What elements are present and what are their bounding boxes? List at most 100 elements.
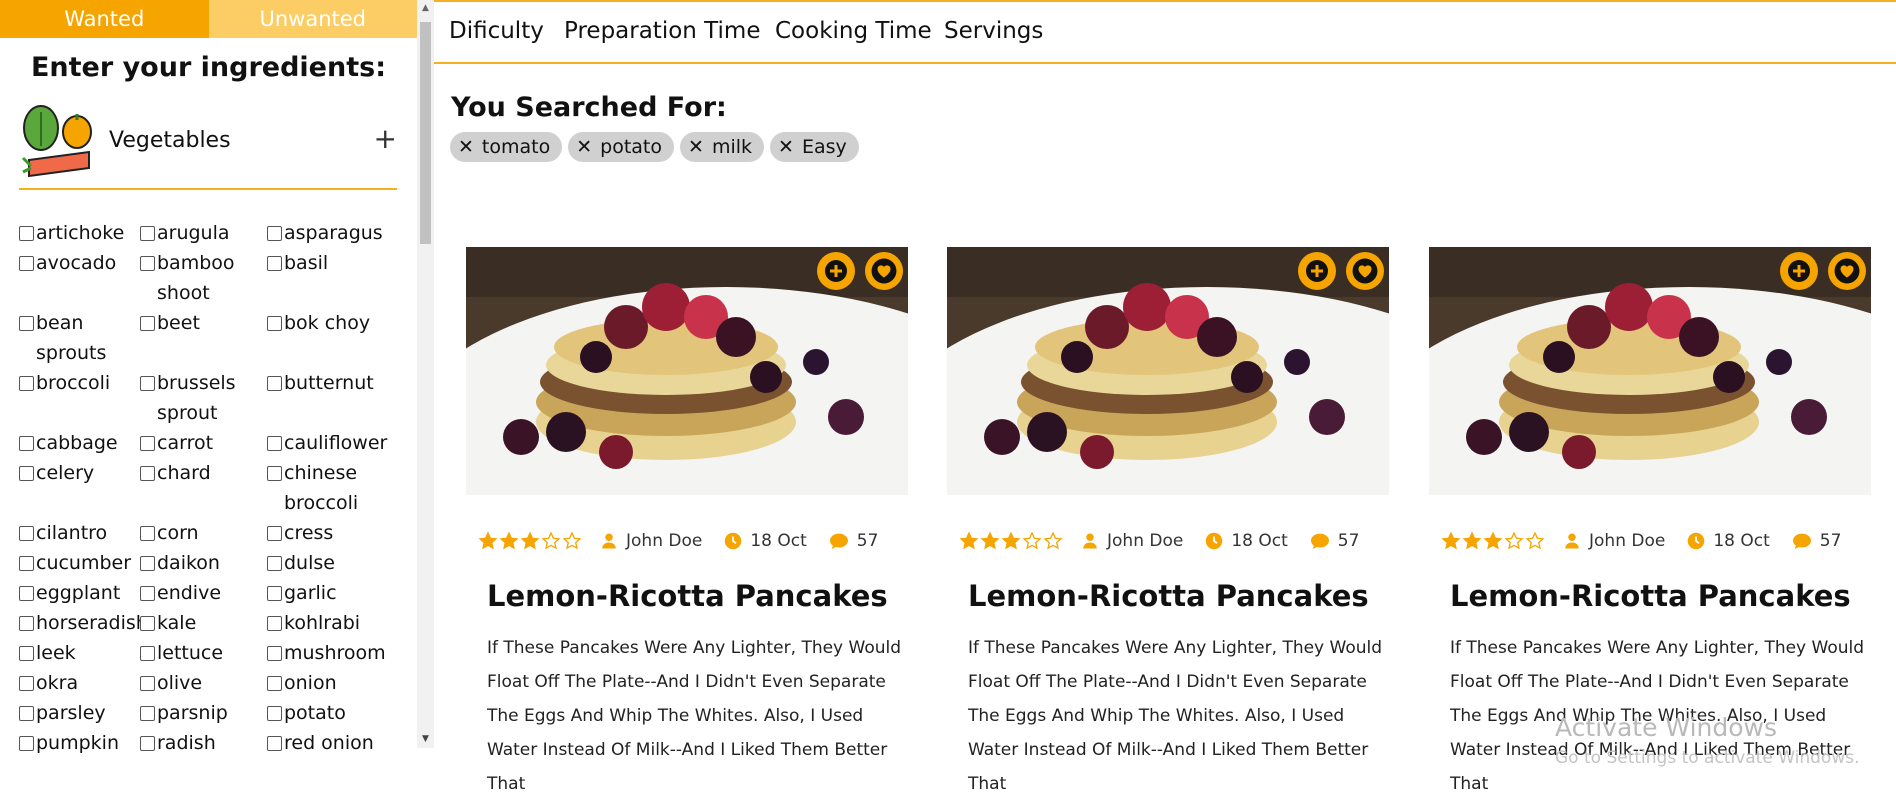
star-rating[interactable] xyxy=(1441,531,1545,551)
tab-unwanted[interactable]: Unwanted xyxy=(208,0,417,38)
scroll-thumb[interactable] xyxy=(420,22,431,244)
search-chip[interactable]: ✕ tomato xyxy=(450,132,563,162)
ingredient-checkbox[interactable] xyxy=(19,526,34,541)
ingredient-checkbox[interactable] xyxy=(267,736,282,751)
ingredient-item[interactable]: parsley xyxy=(19,698,140,728)
ingredient-checkbox[interactable] xyxy=(19,646,34,661)
ingredient-item[interactable]: endive xyxy=(140,578,267,608)
favorite-button[interactable] xyxy=(865,252,903,290)
ingredient-item[interactable]: carrot xyxy=(140,428,267,458)
recipe-title[interactable]: Lemon-Ricotta Pancakes xyxy=(1450,579,1851,613)
ingredient-checkbox[interactable] xyxy=(19,226,34,241)
ingredient-item[interactable]: olive xyxy=(140,668,267,698)
ingredient-item[interactable]: onion xyxy=(267,668,409,698)
ingredient-checkbox[interactable] xyxy=(267,586,282,601)
search-chip[interactable]: ✕ milk xyxy=(680,132,765,162)
ingredient-checkbox[interactable] xyxy=(140,706,155,721)
ingredient-checkbox[interactable] xyxy=(267,676,282,691)
sidebar-scrollbar[interactable]: ▲ ▼ xyxy=(417,0,434,748)
ingredient-checkbox[interactable] xyxy=(267,436,282,451)
remove-chip-icon[interactable]: ✕ xyxy=(576,136,592,158)
ingredient-item[interactable]: leek xyxy=(19,638,140,668)
ingredient-item[interactable]: bamboo shoot xyxy=(140,248,267,308)
add-recipe-button[interactable] xyxy=(1780,252,1818,290)
ingredient-checkbox[interactable] xyxy=(140,316,155,331)
ingredient-checkbox[interactable] xyxy=(140,376,155,391)
filter-difficulty[interactable]: Dificulty xyxy=(449,18,544,44)
ingredient-checkbox[interactable] xyxy=(19,256,34,271)
ingredient-checkbox[interactable] xyxy=(19,316,34,331)
ingredient-checkbox[interactable] xyxy=(267,256,282,271)
ingredient-checkbox[interactable] xyxy=(140,436,155,451)
ingredient-item[interactable]: kale xyxy=(140,608,267,638)
ingredient-checkbox[interactable] xyxy=(19,616,34,631)
ingredient-item[interactable]: horseradish xyxy=(19,608,148,638)
ingredient-item[interactable]: pumpkin xyxy=(19,728,140,758)
ingredient-checkbox[interactable] xyxy=(267,316,282,331)
ingredient-item[interactable]: potato xyxy=(267,698,409,728)
ingredient-checkbox[interactable] xyxy=(19,706,34,721)
recipe-photo[interactable] xyxy=(1429,247,1871,495)
favorite-button[interactable] xyxy=(1828,252,1866,290)
ingredient-checkbox[interactable] xyxy=(267,526,282,541)
ingredient-item[interactable]: okra xyxy=(19,668,140,698)
ingredient-checkbox[interactable] xyxy=(140,256,155,271)
filter-preparation-time[interactable]: Preparation Time xyxy=(564,18,760,44)
ingredient-item[interactable]: cress xyxy=(267,518,409,548)
ingredient-item[interactable]: bean sprouts xyxy=(19,308,140,368)
ingredient-checkbox[interactable] xyxy=(19,736,34,751)
ingredient-checkbox[interactable] xyxy=(140,646,155,661)
star-rating[interactable] xyxy=(478,531,582,551)
category-header-vegetables[interactable]: Vegetables + xyxy=(19,100,397,190)
recipe-card[interactable]: John Doe 18 Oct 57 Lemon-Ricotta Pancakes If… xyxy=(1429,247,1871,794)
search-chip[interactable]: ✕ Easy xyxy=(770,132,859,162)
recipe-photo[interactable] xyxy=(947,247,1389,495)
ingredient-checkbox[interactable] xyxy=(140,676,155,691)
ingredient-item[interactable]: cucumber xyxy=(19,548,140,578)
ingredient-item[interactable]: basil xyxy=(267,248,409,308)
ingredient-checkbox[interactable] xyxy=(140,226,155,241)
ingredient-checkbox[interactable] xyxy=(267,646,282,661)
ingredient-item[interactable]: broccoli xyxy=(19,368,140,428)
remove-chip-icon[interactable]: ✕ xyxy=(778,136,794,158)
recipe-title[interactable]: Lemon-Ricotta Pancakes xyxy=(487,579,888,613)
ingredient-item[interactable]: beet xyxy=(140,308,267,368)
ingredient-item[interactable]: lettuce xyxy=(140,638,267,668)
scroll-up-arrow-icon[interactable]: ▲ xyxy=(417,0,434,17)
ingredient-item[interactable]: chinese broccoli xyxy=(267,458,409,518)
ingredient-item[interactable]: eggplant xyxy=(19,578,140,608)
ingredient-item[interactable]: cabbage xyxy=(19,428,140,458)
ingredient-item[interactable]: bok choy xyxy=(267,308,409,368)
ingredient-item[interactable]: red onion xyxy=(267,728,409,758)
ingredient-checkbox[interactable] xyxy=(140,556,155,571)
ingredient-item[interactable]: arugula xyxy=(140,218,267,248)
ingredient-item[interactable]: butternut xyxy=(267,368,409,428)
remove-chip-icon[interactable]: ✕ xyxy=(688,136,704,158)
star-rating[interactable] xyxy=(959,531,1063,551)
ingredient-item[interactable]: avocado xyxy=(19,248,140,308)
filter-cooking-time[interactable]: Cooking Time xyxy=(775,18,932,44)
expand-plus-icon[interactable]: + xyxy=(374,122,397,155)
scroll-down-arrow-icon[interactable]: ▼ xyxy=(417,731,434,748)
ingredient-item[interactable]: celery xyxy=(19,458,140,518)
remove-chip-icon[interactable]: ✕ xyxy=(458,136,474,158)
ingredient-item[interactable]: artichoke xyxy=(19,218,140,248)
ingredient-item[interactable]: cilantro xyxy=(19,518,140,548)
ingredient-checkbox[interactable] xyxy=(140,736,155,751)
search-chip[interactable]: ✕ potato xyxy=(568,132,675,162)
ingredient-checkbox[interactable] xyxy=(267,376,282,391)
recipe-title[interactable]: Lemon-Ricotta Pancakes xyxy=(968,579,1369,613)
ingredient-checkbox[interactable] xyxy=(140,616,155,631)
ingredient-item[interactable]: cauliflower xyxy=(267,428,409,458)
ingredient-checkbox[interactable] xyxy=(267,616,282,631)
ingredient-item[interactable]: daikon xyxy=(140,548,267,578)
ingredient-item[interactable]: radish xyxy=(140,728,267,758)
tab-wanted[interactable]: Wanted xyxy=(0,0,209,38)
ingredient-checkbox[interactable] xyxy=(19,376,34,391)
filter-servings[interactable]: Servings xyxy=(944,18,1043,44)
ingredient-checkbox[interactable] xyxy=(267,226,282,241)
ingredient-item[interactable]: chard xyxy=(140,458,267,518)
ingredient-item[interactable]: mushroom xyxy=(267,638,409,668)
ingredient-item[interactable]: garlic xyxy=(267,578,409,608)
ingredient-item[interactable]: kohlrabi xyxy=(267,608,409,638)
